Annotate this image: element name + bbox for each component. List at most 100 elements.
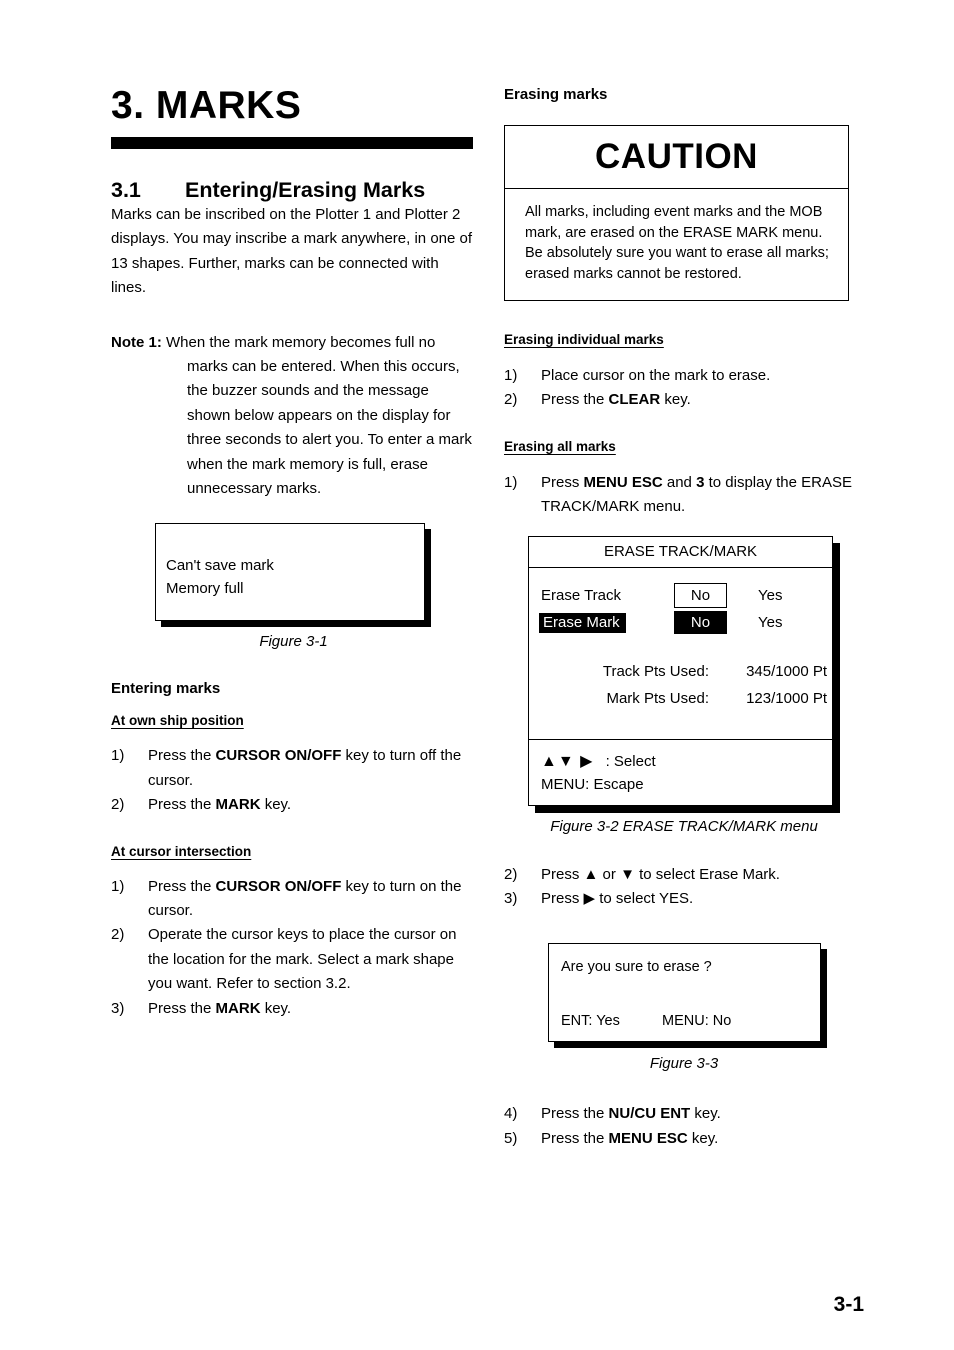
caution-box: CAUTION All marks, including event marks…	[504, 125, 849, 301]
step-text-post: to select Erase Mark.	[634, 865, 780, 883]
list-item: 1) Press MENU ESC and 3 to display the E…	[504, 471, 864, 520]
figure-3-3: Are you sure to erase ? ENT: Yes MENU: N…	[548, 943, 827, 1049]
list-item: 2) Press the MARK key.	[111, 793, 476, 817]
erasing-all-marks-heading: Erasing all marks	[504, 438, 616, 454]
at-cursor-intersection-heading: At cursor intersection	[111, 843, 252, 859]
right-column: Erasing marks CAUTION All marks, includi…	[504, 86, 864, 1151]
step-marker: 1)	[111, 747, 125, 765]
key-label: CURSOR ON/OFF	[215, 747, 342, 765]
at-own-ship-position-heading: At own ship position	[111, 713, 244, 729]
cursor-intersection-steps: 1) Press the CURSOR ON/OFF key to turn o…	[111, 875, 476, 1021]
section-number: 3.1	[111, 177, 141, 202]
list-item: 1) Place cursor on the mark to erase.	[504, 364, 864, 388]
step-text-pre: Press the	[541, 1129, 609, 1147]
menu-row-erase-mark[interactable]: Erase Mark No Yes	[529, 609, 832, 636]
step-text-post: to select YES.	[595, 890, 694, 908]
own-ship-steps: 1) Press the CURSOR ON/OFF key to turn o…	[111, 744, 476, 817]
figure-3-1-screen: Can't save mark Memory full	[155, 523, 425, 622]
list-item: 2) Press the CLEAR key.	[504, 388, 864, 412]
step-text-pre: Place cursor on the mark to erase.	[541, 367, 771, 384]
step-marker: 2)	[111, 926, 125, 944]
figure-3-2: ERASE TRACK/MARK Erase Track No Yes Eras…	[528, 535, 840, 813]
chapter-rule-divider	[111, 136, 473, 149]
confirm-key-ent: ENT: Yes	[561, 1013, 620, 1030]
step-text-post: key.	[687, 1129, 719, 1147]
step-text-pre: Press the	[148, 877, 216, 895]
figure-3-1-line-2: Memory full	[166, 580, 244, 598]
note-1-label: Note 1:	[111, 333, 162, 351]
caution-body-text: All marks, including event marks and the…	[525, 204, 829, 282]
chapter-title: 3. MARKS	[111, 84, 302, 127]
step-text-post: key.	[660, 391, 691, 409]
stat-value-track-pts: 345/1000 Pt	[746, 662, 827, 680]
arrow-down-icon: ▼	[620, 865, 635, 883]
step-text-post: key.	[260, 999, 292, 1017]
step-text-pre: Press the	[148, 999, 216, 1017]
confirm-key-row: ENT: Yes MENU: No	[561, 1013, 820, 1029]
step-text-pre: Press	[541, 473, 584, 491]
step-text-mid: and	[662, 473, 697, 491]
option-no-erase-track[interactable]: No	[674, 582, 727, 608]
menu-label-erase-track: Erase Track	[541, 586, 622, 604]
document-page: 3. MARKS 3.1 Entering/Erasing Marks Mark…	[0, 0, 954, 1350]
list-item: 2) Operate the cursor keys to place the …	[111, 923, 476, 996]
menu-title: ERASE TRACK/MARK	[529, 537, 832, 568]
key-label: MARK	[215, 796, 261, 814]
menu-footer-select-line: ▲▼ ▶ : Select	[541, 750, 832, 773]
note-1-text: When the mark memory becomes full no mar…	[166, 333, 472, 497]
stat-label-track-pts: Track Pts Used:	[602, 662, 709, 680]
arrow-right-icon: ▶	[583, 890, 596, 908]
key-label: MARK	[215, 999, 261, 1017]
confirm-key-menu: MENU: No	[662, 1013, 732, 1030]
step-marker: 3)	[504, 890, 518, 908]
stat-value-mark-pts: 123/1000 Pt	[746, 689, 827, 707]
section-heading: 3.1 Entering/Erasing Marks	[111, 178, 476, 203]
menu-label-erase-mark-selected[interactable]: Erase Mark	[539, 612, 626, 633]
list-item: 4) Press the NU/CU ENT key.	[504, 1102, 864, 1126]
step-text-pre: Press the	[148, 796, 216, 814]
step-marker: 4)	[504, 1105, 518, 1123]
list-item: 1) Press the CURSOR ON/OFF key to turn o…	[111, 875, 476, 924]
figure-3-1-caption: Figure 3-1	[259, 633, 328, 651]
step-marker: 1)	[111, 877, 125, 895]
figure-3-3-caption: Figure 3-3	[649, 1055, 719, 1073]
list-item: 3) Press ▶ to select YES.	[504, 887, 864, 911]
step-marker: 1)	[504, 473, 518, 491]
confirm-question: Are you sure to erase ?	[561, 959, 712, 976]
menu-footer: ▲▼ ▶ : Select MENU: Escape	[529, 740, 832, 796]
step-text-mid: or	[598, 865, 621, 883]
menu-row-erase-track[interactable]: Erase Track No Yes	[529, 582, 832, 609]
menu-footer-escape-text: MENU: Escape	[541, 775, 644, 793]
key-label: MENU ESC	[608, 1129, 688, 1147]
step-marker: 1)	[504, 367, 518, 384]
key-label: NU/CU ENT	[608, 1105, 691, 1123]
option-yes-erase-mark[interactable]: Yes	[758, 614, 782, 631]
step-text-post: key.	[690, 1105, 721, 1123]
step-marker: 5)	[504, 1129, 518, 1147]
key-label: CLEAR	[608, 391, 661, 409]
figure-3-1: Can't save mark Memory full	[155, 523, 431, 628]
left-column: 3. MARKS 3.1 Entering/Erasing Marks Mark…	[111, 84, 476, 1021]
section-title: Entering/Erasing Marks	[185, 177, 426, 202]
arrow-up-icon: ▲	[583, 865, 599, 883]
option-yes-erase-track[interactable]: Yes	[758, 587, 782, 604]
list-item: 1) Press the CURSOR ON/OFF key to turn o…	[111, 744, 476, 793]
page-number: 3-1	[833, 1293, 864, 1316]
step-text-pre: Press the	[541, 391, 609, 409]
step-marker: 3)	[111, 999, 125, 1017]
arrow-keys-icon: ▲▼ ▶	[541, 752, 594, 770]
figure-3-3-screen: Are you sure to erase ? ENT: Yes MENU: N…	[548, 943, 821, 1043]
key-label: CURSOR ON/OFF	[215, 877, 342, 895]
list-item: 5) Press the MENU ESC key.	[504, 1127, 864, 1151]
option-no-erase-mark[interactable]: No	[674, 610, 727, 634]
caution-title: CAUTION	[505, 126, 848, 189]
step-marker: 2)	[504, 391, 518, 409]
note-1: Note 1: When the mark memory becomes ful…	[111, 331, 476, 502]
list-item: 3) Press the MARK key.	[111, 997, 476, 1021]
menu-body: Erase Track No Yes Erase Mark No Yes Tra…	[529, 568, 832, 740]
stat-row-track-pts: Track Pts Used: 345/1000 Pt	[541, 658, 832, 685]
erase-track-mark-menu: ERASE TRACK/MARK Erase Track No Yes Eras…	[528, 535, 833, 806]
menu-footer-select-text: : Select	[605, 752, 656, 770]
step-text-pre: Press	[541, 865, 584, 883]
step-text-pre: Press the	[541, 1105, 609, 1123]
